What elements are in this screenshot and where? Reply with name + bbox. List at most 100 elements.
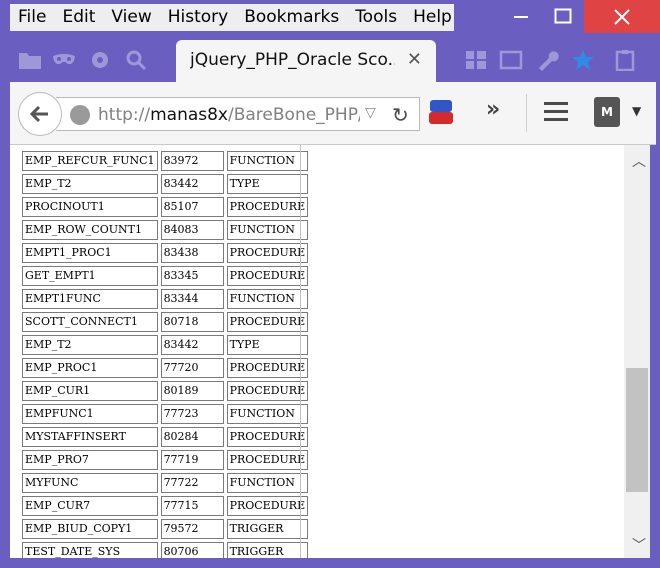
folder-icon[interactable] [18, 49, 42, 71]
menu-bookmarks[interactable]: Bookmarks [236, 4, 347, 31]
object-id-cell: 80284 [160, 427, 224, 447]
table-row: EMP_PRO7 77719 PROCEDURE [22, 450, 309, 470]
object-name-cell: EMP_ROW_COUNT1 [22, 220, 158, 240]
object-type-cell: PROCEDURE [226, 243, 309, 263]
window-frame-right [650, 145, 660, 568]
object-id-cell: 77723 [160, 404, 224, 424]
object-id-cell: 83442 [160, 174, 224, 194]
object-type-cell: FUNCTION [226, 151, 309, 171]
dropdown-arrow-icon[interactable]: ▽ [365, 105, 376, 121]
minimize-icon [514, 16, 528, 18]
clipboard-icon[interactable] [613, 49, 637, 71]
table-row: MYSTAFFINSERT 80284 PROCEDURE [22, 427, 309, 447]
objects-table: EMP_REFCUR_FUNC1 83972 FUNCTION EMP_T2 83442… [19, 148, 311, 558]
overflow-chevron-icon[interactable]: » [486, 97, 500, 122]
wrench-icon[interactable] [536, 49, 560, 71]
youtube-icon[interactable] [428, 98, 454, 126]
object-name-cell: EMPT1FUNC [22, 289, 158, 309]
object-name-cell: EMP_PROC1 [22, 358, 158, 378]
url-text[interactable]: http://manas8x/BareBone_PHP/ [98, 105, 360, 125]
back-button[interactable] [18, 92, 62, 136]
menu-file[interactable]: File [10, 4, 54, 31]
object-id-cell: 83442 [160, 335, 224, 355]
star-icon[interactable] [571, 49, 595, 71]
tab-close-icon[interactable]: ✕ [407, 49, 422, 70]
maximize-button[interactable] [540, 0, 586, 32]
object-id-cell: 83972 [160, 151, 224, 171]
object-type-cell: PROCEDURE [226, 450, 309, 470]
object-type-cell: TYPE [226, 335, 309, 355]
table-row: SCOTT_CONNECT1 80718 PROCEDURE [22, 312, 309, 332]
window-frame-bottom [0, 558, 660, 568]
close-icon [614, 8, 630, 25]
page-content: EMP_REFCUR_FUNC1 83972 FUNCTION EMP_T2 83442… [10, 145, 624, 558]
url-host: manas8x [150, 105, 228, 125]
object-type-cell: FUNCTION [226, 220, 309, 240]
object-name-cell: EMP_BIUD_COPY1 [22, 519, 158, 539]
table-row: EMP_ROW_COUNT1 84083 FUNCTION [22, 220, 309, 240]
object-name-cell: EMP_PRO7 [22, 450, 158, 470]
chevron-down-icon[interactable]: ▼ [632, 104, 641, 118]
object-type-cell: TRIGGER [226, 519, 309, 539]
table-row: TEST_DATE_SYS 80706 TRIGGER [22, 542, 309, 558]
object-name-cell: MYFUNC [22, 473, 158, 493]
tab-title: jQuery_PHP_Oracle Sco... [190, 50, 395, 70]
table-row: GET_EMPT1 83345 PROCEDURE [22, 266, 309, 286]
table-row: EMP_CUR1 80189 PROCEDURE [22, 381, 309, 401]
table-row: EMP_BIUD_COPY1 79572 TRIGGER [22, 519, 309, 539]
globe-icon [70, 105, 90, 125]
object-id-cell: 77715 [160, 496, 224, 516]
scrollbar-thumb[interactable] [626, 368, 648, 492]
vertical-scrollbar[interactable]: ︿ ﹀ [624, 145, 650, 558]
reload-icon[interactable]: ↻ [392, 103, 409, 127]
object-type-cell: FUNCTION [226, 289, 309, 309]
object-id-cell: 83438 [160, 243, 224, 263]
tab-active[interactable]: jQuery_PHP_Oracle Sco... ✕ [176, 40, 436, 82]
navigation-bar: http://manas8x/BareBone_PHP/ ▽ ↻ » M ▼ [10, 82, 656, 145]
menu-history[interactable]: History [160, 4, 236, 31]
grid-icon[interactable] [464, 49, 488, 71]
object-id-cell: 79572 [160, 519, 224, 539]
url-bar[interactable]: http://manas8x/BareBone_PHP/ ▽ ↻ [56, 97, 420, 131]
table-row: PROCINOUT1 85107 PROCEDURE [22, 197, 309, 217]
object-type-cell: FUNCTION [226, 473, 309, 493]
menu-bar: File Edit View History Bookmarks Tools H… [10, 4, 454, 31]
object-id-cell: 77720 [160, 358, 224, 378]
mask-icon[interactable] [52, 49, 76, 71]
object-type-cell: PROCEDURE [226, 427, 309, 447]
object-type-cell: PROCEDURE [226, 496, 309, 516]
object-name-cell: SCOTT_CONNECT1 [22, 312, 158, 332]
object-name-cell: EMP_CUR1 [22, 381, 158, 401]
menu-help[interactable]: Help [405, 4, 460, 31]
close-window-button[interactable] [584, 0, 660, 33]
object-type-cell: PROCEDURE [226, 266, 309, 286]
object-id-cell: 80189 [160, 381, 224, 401]
object-name-cell: TEST_DATE_SYS [22, 542, 158, 558]
table-row: EMPT1FUNC 83344 FUNCTION [22, 289, 309, 309]
object-type-cell: PROCEDURE [226, 358, 309, 378]
shield-icon[interactable]: M [594, 97, 620, 127]
url-path: /BareBone_PHP/ [228, 105, 360, 125]
object-type-cell: TYPE [226, 174, 309, 194]
back-arrow-icon [29, 105, 48, 123]
menu-tools[interactable]: Tools [347, 4, 405, 31]
gear-icon[interactable] [88, 49, 112, 71]
object-id-cell: 85107 [160, 197, 224, 217]
object-name-cell: EMP_T2 [22, 174, 158, 194]
menu-view[interactable]: View [103, 4, 159, 31]
maximize-icon [554, 8, 572, 24]
object-type-cell: PROCEDURE [226, 312, 309, 332]
menu-edit[interactable]: Edit [54, 4, 103, 31]
object-name-cell: EMP_T2 [22, 335, 158, 355]
object-name-cell: EMP_REFCUR_FUNC1 [22, 151, 158, 171]
search-icon[interactable] [124, 49, 148, 71]
minimize-button[interactable] [498, 0, 544, 32]
scroll-up-icon[interactable]: ︿ [632, 151, 646, 171]
object-name-cell: EMP_CUR7 [22, 496, 158, 516]
table-row: EMP_T2 83442 TYPE [22, 335, 309, 355]
table-row: EMPFUNC1 77723 FUNCTION [22, 404, 309, 424]
hamburger-menu-icon[interactable] [544, 102, 568, 122]
scroll-down-icon[interactable]: ﹀ [632, 535, 646, 555]
window-icon[interactable] [499, 49, 523, 71]
object-id-cell: 80706 [160, 542, 224, 558]
